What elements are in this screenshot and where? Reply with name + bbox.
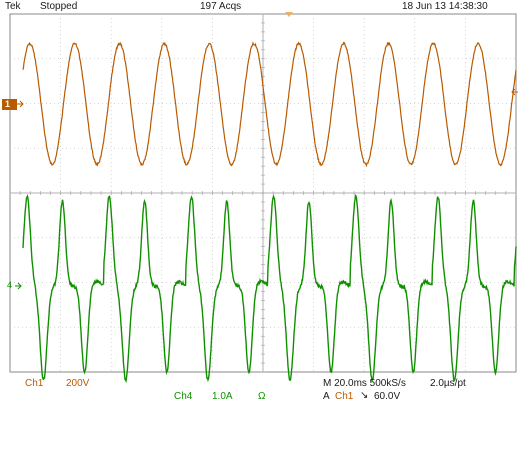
- ch1-scale[interactable]: 200V: [66, 378, 89, 389]
- ch4-waveform: [22, 193, 517, 384]
- trigger-slope-icon[interactable]: ↘: [360, 390, 368, 401]
- ch4-scale[interactable]: 1.0A: [212, 391, 233, 402]
- ch4-arrow-icon: [15, 282, 22, 290]
- trigger-prefix: A: [323, 391, 330, 402]
- run-state[interactable]: Stopped: [40, 1, 77, 12]
- datetime: 18 Jun 13 14:38:30: [402, 1, 488, 12]
- trigger-source[interactable]: Ch1: [335, 391, 353, 402]
- ch4-label[interactable]: Ch4: [174, 391, 192, 402]
- ch4-unit-icon: Ω: [258, 391, 266, 402]
- brand-label: Tek: [5, 1, 21, 12]
- timebase[interactable]: M 20.0ms 500kS/s: [323, 378, 406, 389]
- ch1-label[interactable]: Ch1: [25, 378, 43, 389]
- ch1-marker-label: 1: [5, 99, 11, 109]
- sample-interval: 2.0µs/pt: [430, 378, 466, 389]
- ch4-marker-label: 4: [7, 280, 13, 290]
- ch1-waveform: [22, 41, 517, 168]
- trigger-level[interactable]: 60.0V: [374, 391, 400, 402]
- acquisition-count: 197 Acqs: [200, 1, 242, 12]
- ch1-arrow-icon: [17, 100, 24, 108]
